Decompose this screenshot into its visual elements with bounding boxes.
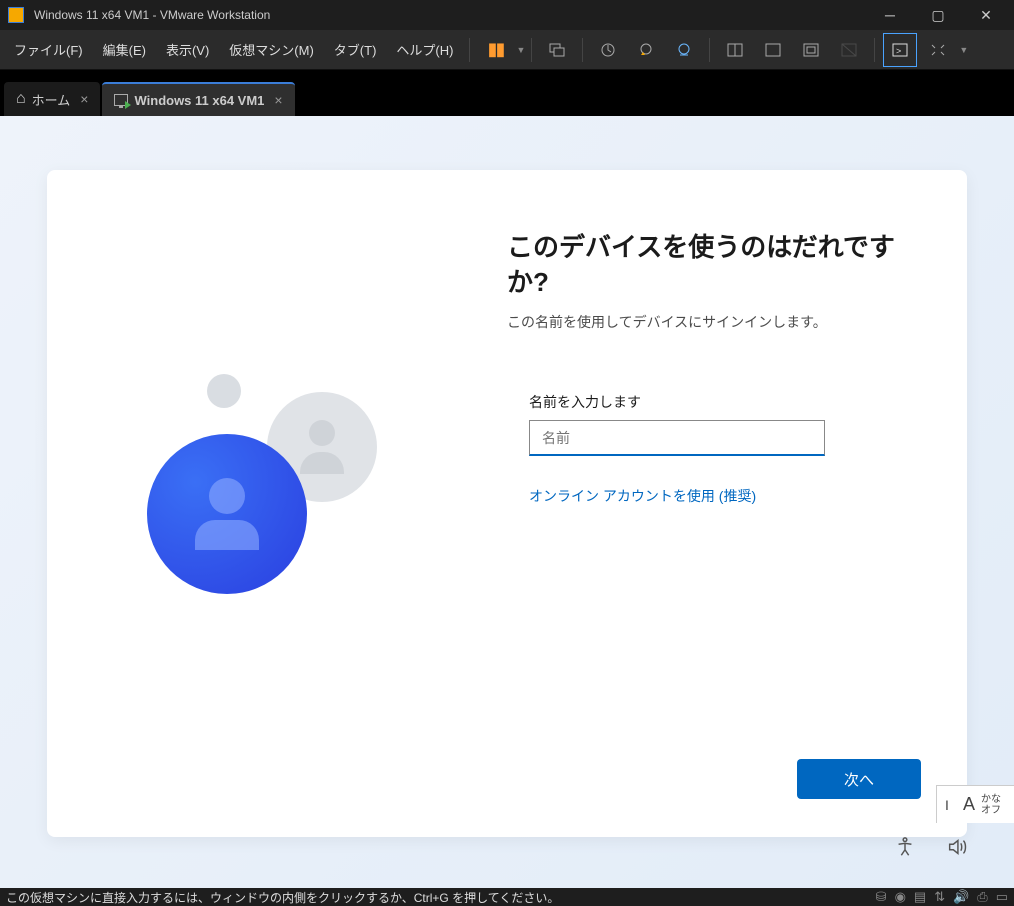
accessibility-icon[interactable] (894, 836, 916, 858)
oobe-subtitle: この名前を使用してデバイスにサインインします。 (507, 312, 927, 332)
status-bar: この仮想マシンに直接入力するには、ウィンドウの内側をクリックするか、Ctrl+G… (0, 888, 1014, 906)
tab-home[interactable]: ホーム × (4, 82, 100, 116)
menu-edit[interactable]: 編集(E) (93, 34, 156, 65)
vmware-app-icon (8, 7, 24, 23)
network-icon[interactable]: ▤ (914, 889, 926, 905)
ime-cursor-icon: I (937, 797, 957, 813)
menu-file[interactable]: ファイル(F) (4, 34, 93, 65)
pause-dropdown-icon[interactable]: ▼ (516, 45, 525, 55)
ime-off-label: オフ (981, 805, 1001, 816)
menu-tab[interactable]: タブ(T) (324, 34, 387, 65)
tab-vm1-label: Windows 11 x64 VM1 (134, 93, 264, 108)
display-icon[interactable]: ▭ (996, 889, 1008, 905)
sound-status-icon[interactable]: 🔊 (953, 889, 969, 905)
blue-user-circle-icon (147, 434, 307, 594)
next-button[interactable]: 次へ (797, 759, 921, 799)
menu-view[interactable]: 表示(V) (156, 34, 219, 65)
usb-icon[interactable]: ⇅ (934, 889, 945, 905)
unity-button[interactable] (832, 33, 866, 67)
vm-monitor-icon (114, 94, 128, 106)
tab-vm1-close-icon[interactable]: × (274, 92, 282, 108)
stretch-dropdown-icon[interactable]: ▼ (959, 45, 968, 55)
cd-icon[interactable]: ◉ (895, 889, 906, 905)
divider (582, 38, 583, 62)
oobe-form-pane: このデバイスを使うのはだれですか? この名前を使用してデバイスにサインインします… (507, 170, 967, 837)
volume-icon[interactable] (946, 836, 968, 858)
oobe-illustration-pane (47, 170, 507, 837)
tab-home-label: ホーム (32, 90, 71, 109)
user-illustration (157, 374, 397, 634)
menu-bar: ファイル(F) 編集(E) 表示(V) 仮想マシン(M) タブ(T) ヘルプ(H… (0, 30, 1014, 70)
divider (469, 38, 470, 62)
next-button-label: 次へ (844, 769, 874, 790)
divider (531, 38, 532, 62)
view-fullscreen-button[interactable] (794, 33, 828, 67)
status-message: この仮想マシンに直接入力するには、ウィンドウの内側をクリックするか、Ctrl+G… (6, 889, 559, 906)
window-title: Windows 11 x64 VM1 - VMware Workstation (34, 8, 270, 22)
small-circle-icon (207, 374, 241, 408)
snapshot-manager-button[interactable] (667, 33, 701, 67)
use-online-account-link[interactable]: オンライン アカウントを使用 (推奨) (529, 486, 927, 506)
snapshot-button[interactable] (591, 33, 625, 67)
send-ctrl-alt-del-button[interactable] (540, 33, 574, 67)
enter-fullscreen-button[interactable]: >_ (883, 33, 917, 67)
menu-vm[interactable]: 仮想マシン(M) (219, 34, 324, 65)
ime-mode-letter: A (957, 794, 981, 815)
home-icon (16, 90, 26, 108)
minimize-button[interactable]: ─ (870, 0, 910, 30)
ime-indicator[interactable]: I A かな オフ (936, 785, 1014, 823)
stretch-button[interactable] (921, 33, 955, 67)
divider (874, 38, 875, 62)
svg-text:>_: >_ (896, 46, 907, 56)
vm-display-area[interactable]: このデバイスを使うのはだれですか? この名前を使用してデバイスにサインインします… (0, 116, 1014, 888)
tab-home-close-icon[interactable]: × (80, 91, 88, 107)
window-titlebar: Windows 11 x64 VM1 - VMware Workstation … (0, 0, 1014, 30)
close-button[interactable]: ✕ (966, 0, 1006, 30)
accessibility-tray (894, 836, 968, 858)
snapshot-revert-button[interactable] (629, 33, 663, 67)
name-field-label: 名前を入力します (507, 392, 927, 412)
ime-kana-label: かな (981, 794, 1001, 805)
oobe-title: このデバイスを使うのはだれですか? (507, 230, 927, 300)
divider (709, 38, 710, 62)
view-single-button[interactable] (718, 33, 752, 67)
status-tray: ⛁ ◉ ▤ ⇅ 🔊 ⎙ ▭ (876, 889, 1008, 905)
menu-help[interactable]: ヘルプ(H) (386, 34, 463, 65)
pause-button[interactable]: ▮▮ (478, 33, 512, 67)
view-console-button[interactable] (756, 33, 790, 67)
maximize-button[interactable]: ▢ (918, 0, 958, 30)
oobe-card: このデバイスを使うのはだれですか? この名前を使用してデバイスにサインインします… (47, 170, 967, 837)
tabs-bar: ホーム × Windows 11 x64 VM1 × (0, 70, 1014, 116)
disk-icon[interactable]: ⛁ (876, 889, 887, 905)
printer-icon[interactable]: ⎙ (977, 889, 987, 905)
tab-vm1[interactable]: Windows 11 x64 VM1 × (102, 82, 294, 116)
name-input[interactable] (529, 420, 825, 456)
